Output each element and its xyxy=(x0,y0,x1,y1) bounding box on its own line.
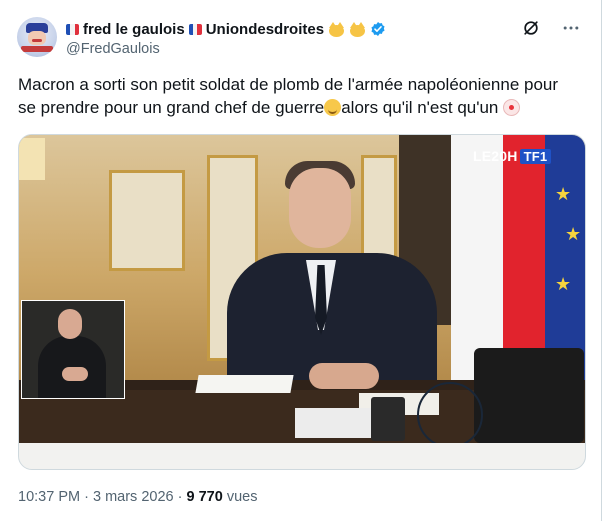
tweet-text: Macron a sorti son petit soldat de plomb… xyxy=(18,73,588,119)
pen-cup xyxy=(371,397,405,441)
clown-face-icon xyxy=(503,99,521,116)
tweet-media[interactable]: ★ ★ ★ LE20H TF1 xyxy=(18,134,586,470)
tweet-actions-top xyxy=(521,18,581,38)
avatar-face xyxy=(28,31,46,45)
display-name-suffix[interactable]: Uniondesdroites xyxy=(206,21,324,38)
video-still: ★ ★ ★ LE20H TF1 xyxy=(19,135,585,443)
sign-language-inset xyxy=(21,300,125,399)
channel-logo: LE20H TF1 xyxy=(473,147,552,165)
views-count: 9 770 xyxy=(186,489,223,505)
france-flag-icon xyxy=(66,23,79,35)
hands xyxy=(309,363,379,389)
display-name[interactable]: fred le gaulois xyxy=(83,21,185,38)
tweet-text-line2-b: alors qu'il n'est qu'un xyxy=(341,98,499,117)
views-label: vues xyxy=(226,489,258,505)
channel-logo-right: TF1 xyxy=(519,148,552,164)
author-handle[interactable]: @FredGaulois xyxy=(66,41,160,57)
cat-face-icon xyxy=(328,21,345,37)
face xyxy=(289,168,351,248)
channel-logo-left: LE20H xyxy=(473,148,518,164)
lamp xyxy=(19,138,45,180)
avatar-mouth xyxy=(32,39,42,42)
tweet-text-line1: Macron a sorti son petit soldat de plomb… xyxy=(18,75,559,94)
slashed-circle-icon[interactable] xyxy=(521,18,541,38)
eu-flag: ★ ★ ★ xyxy=(545,135,585,383)
papers xyxy=(195,375,294,393)
box xyxy=(295,408,371,438)
interpreter-hands xyxy=(62,367,88,381)
cat-face-icon xyxy=(349,21,366,37)
avatar[interactable] xyxy=(17,17,57,57)
tweet-time[interactable]: 10:37 PM xyxy=(18,489,80,505)
tweet-date[interactable]: 3 mars 2026 xyxy=(93,489,174,505)
tweet-meta: 10:37 PM · 3 mars 2026 · 9 770 vues xyxy=(18,489,257,505)
interpreter-head xyxy=(58,309,82,339)
france-flag-icon xyxy=(188,23,202,35)
wall-panel xyxy=(109,170,185,271)
tweet-card: fred le gaulois Uniondesdroites @FredGau… xyxy=(0,0,602,521)
desk-phone xyxy=(474,348,584,443)
meta-separator: · xyxy=(177,489,183,505)
highlight-circle xyxy=(417,382,483,443)
relieved-face-icon xyxy=(324,99,342,116)
author-name-row[interactable]: fred le gaulois Uniondesdroites xyxy=(66,18,386,40)
avatar-banner xyxy=(21,46,53,52)
verified-badge-icon xyxy=(370,21,386,37)
tweet-text-line2-a: se prendre pour un grand chef de guerre xyxy=(18,98,325,117)
meta-separator: · xyxy=(84,489,89,505)
ellipsis-icon[interactable] xyxy=(561,18,581,38)
